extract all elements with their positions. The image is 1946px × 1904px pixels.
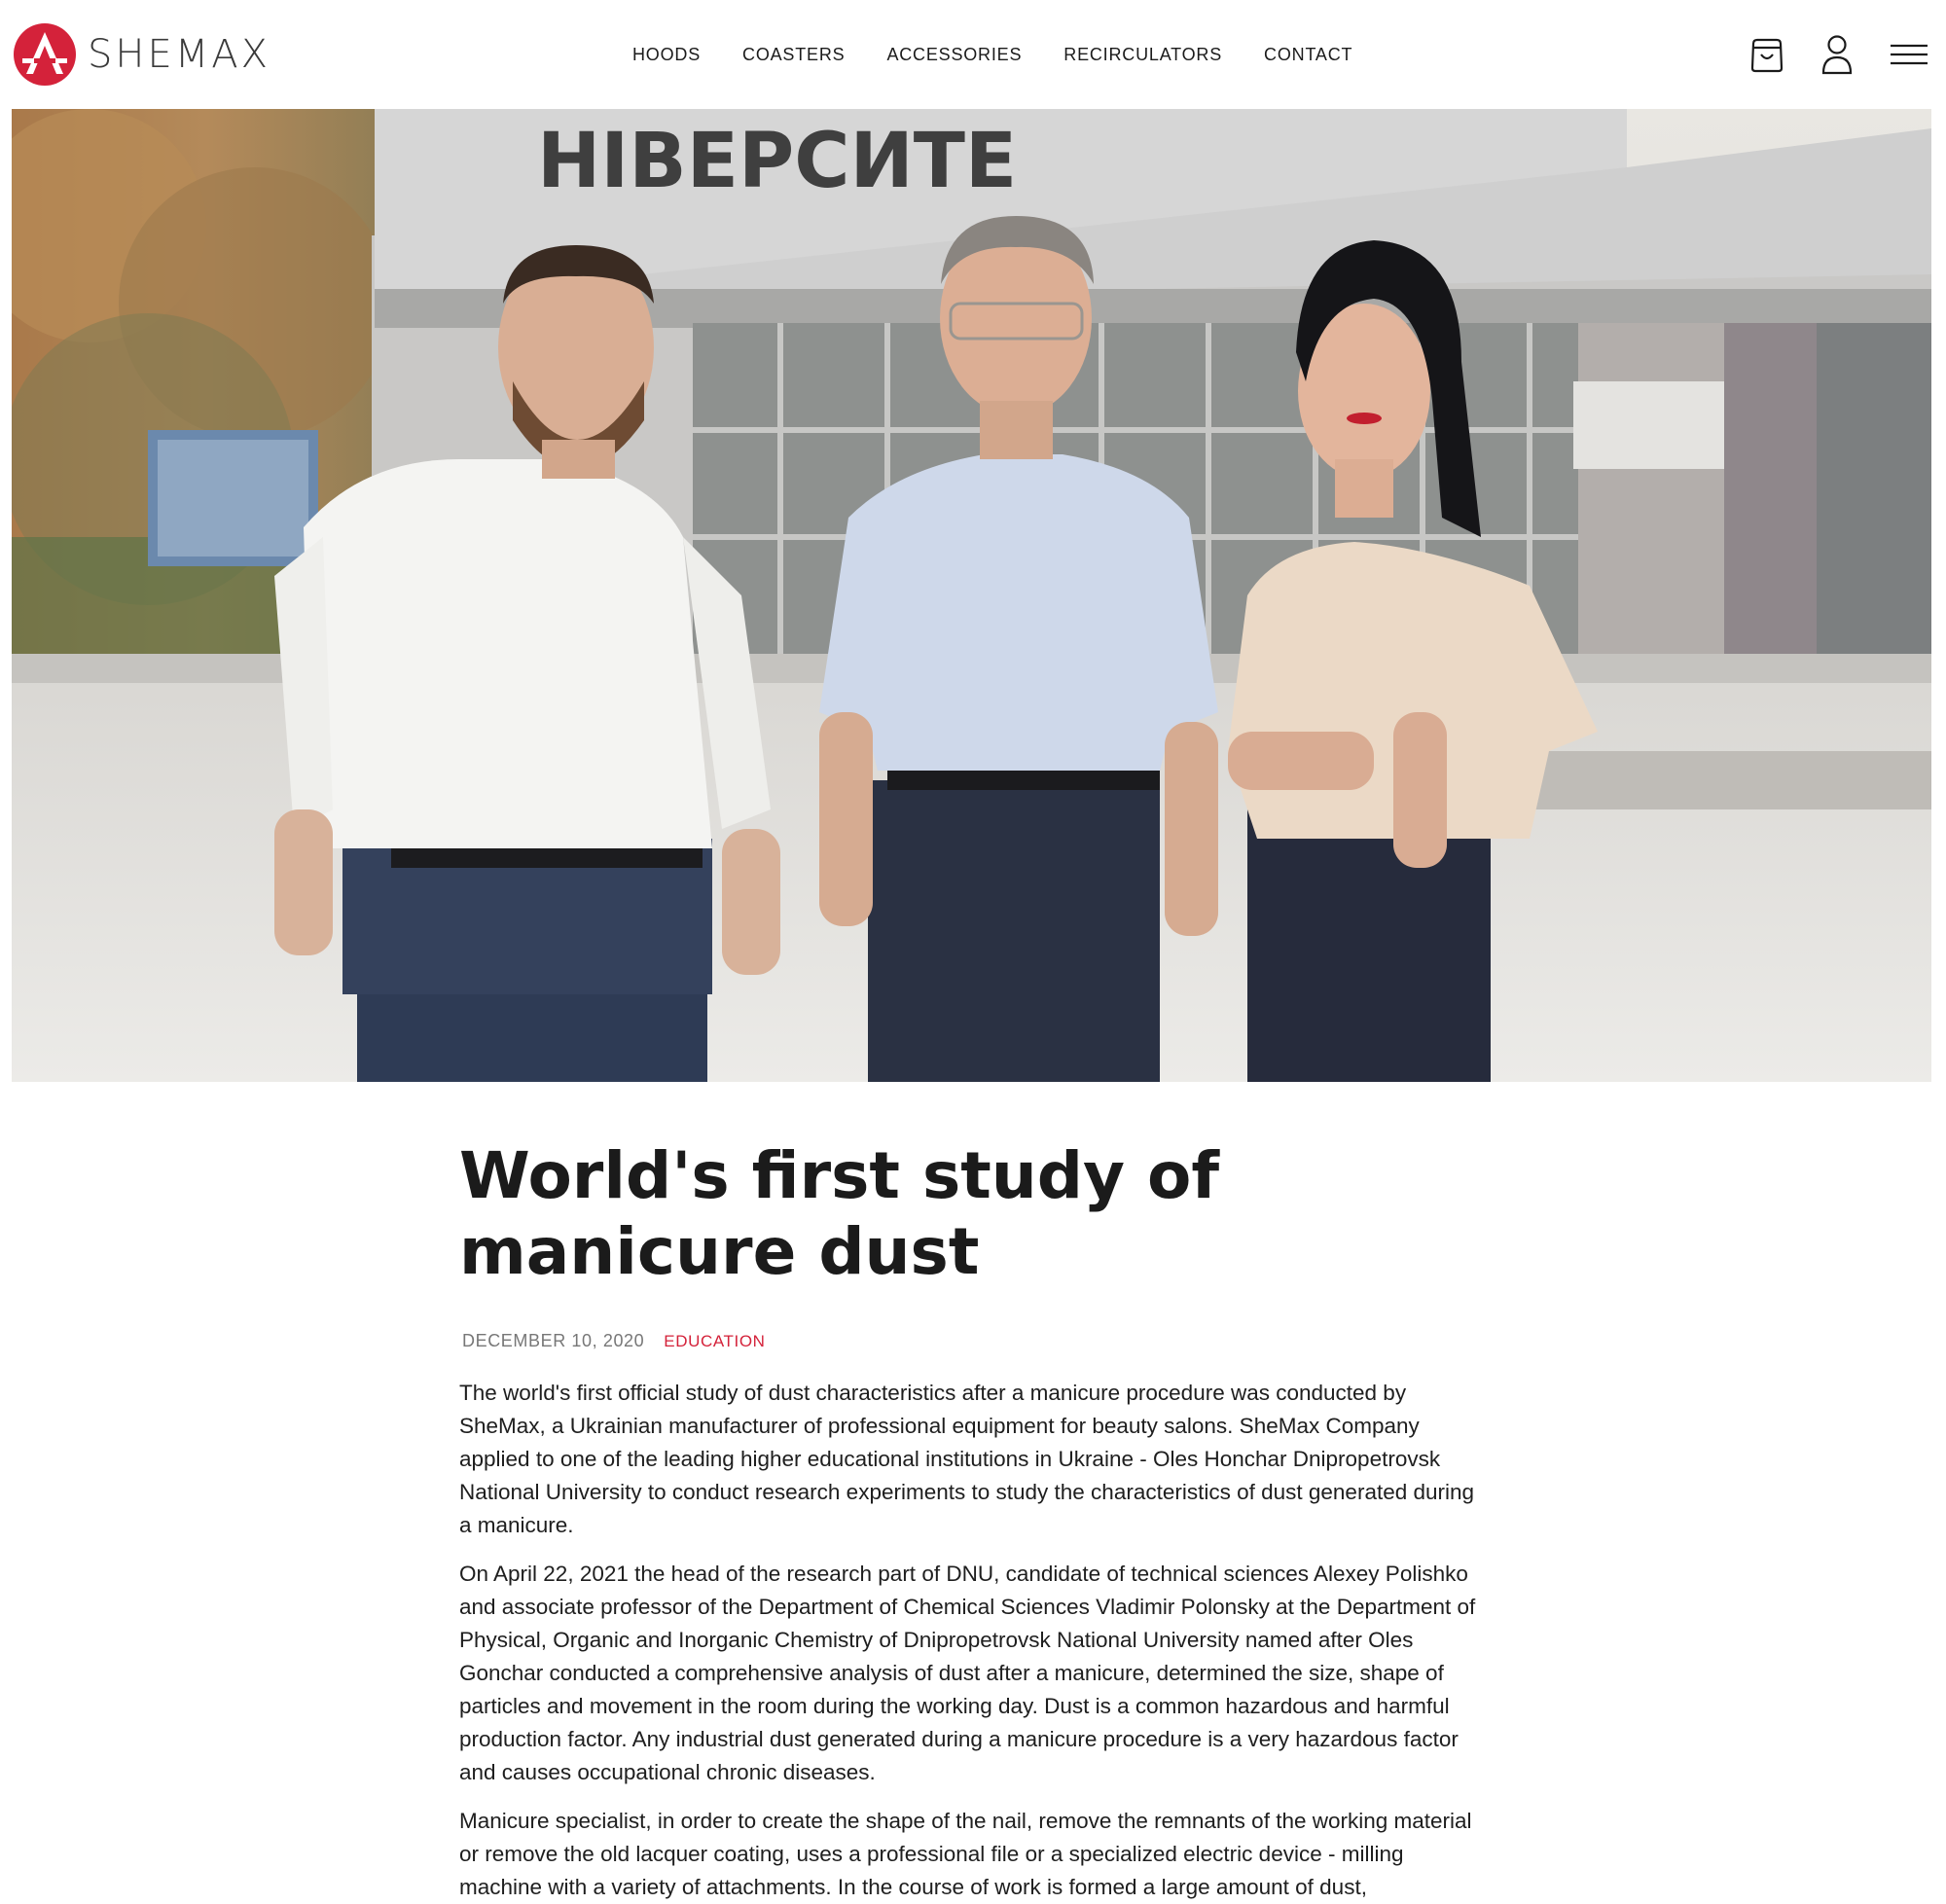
hero-photo-illustration: НІВЕРСИТЕ bbox=[12, 109, 1931, 1082]
menu-icon[interactable] bbox=[1890, 43, 1928, 66]
brand-logo-icon bbox=[14, 23, 76, 86]
cart-icon[interactable] bbox=[1749, 35, 1784, 74]
nav-recirculators[interactable]: RECIRCULATORS bbox=[1063, 45, 1222, 65]
article-meta: DECEMBER 10, 2020 EDUCATION bbox=[459, 1331, 1491, 1351]
hero-sign-text: НІВЕРСИТЕ bbox=[537, 118, 1017, 205]
nav-accessories[interactable]: ACCESSORIES bbox=[886, 45, 1022, 65]
header-actions bbox=[1712, 33, 1928, 76]
brand-name: SHEMAX bbox=[88, 32, 271, 77]
main-nav: HOODS COASTERS ACCESSORIES RECIRCULATORS… bbox=[632, 0, 1394, 109]
article-category-link[interactable]: EDUCATION bbox=[664, 1332, 765, 1351]
article-paragraph: On April 22, 2021 the head of the resear… bbox=[459, 1562, 1476, 1784]
article-paragraph: The world's first official study of dust… bbox=[459, 1381, 1475, 1537]
brand-logo[interactable]: SHEMAX bbox=[14, 23, 270, 86]
article-date: DECEMBER 10, 2020 bbox=[462, 1331, 645, 1350]
article-title: World's first study of manicure dust bbox=[459, 1138, 1220, 1289]
article-paragraph: Manicure specialist, in order to create … bbox=[459, 1809, 1472, 1899]
nav-contact[interactable]: CONTACT bbox=[1264, 45, 1352, 65]
nav-coasters[interactable]: COASTERS bbox=[742, 45, 845, 65]
user-icon[interactable] bbox=[1821, 34, 1853, 75]
nav-hoods[interactable]: HOODS bbox=[632, 45, 701, 65]
hero-photo: НІВЕРСИТЕ bbox=[12, 109, 1931, 1082]
article: World's first study of manicure dust DEC… bbox=[459, 1138, 1491, 1904]
site-header: SHEMAX HOODS COASTERS ACCESSORIES RECIRC… bbox=[0, 0, 1946, 109]
